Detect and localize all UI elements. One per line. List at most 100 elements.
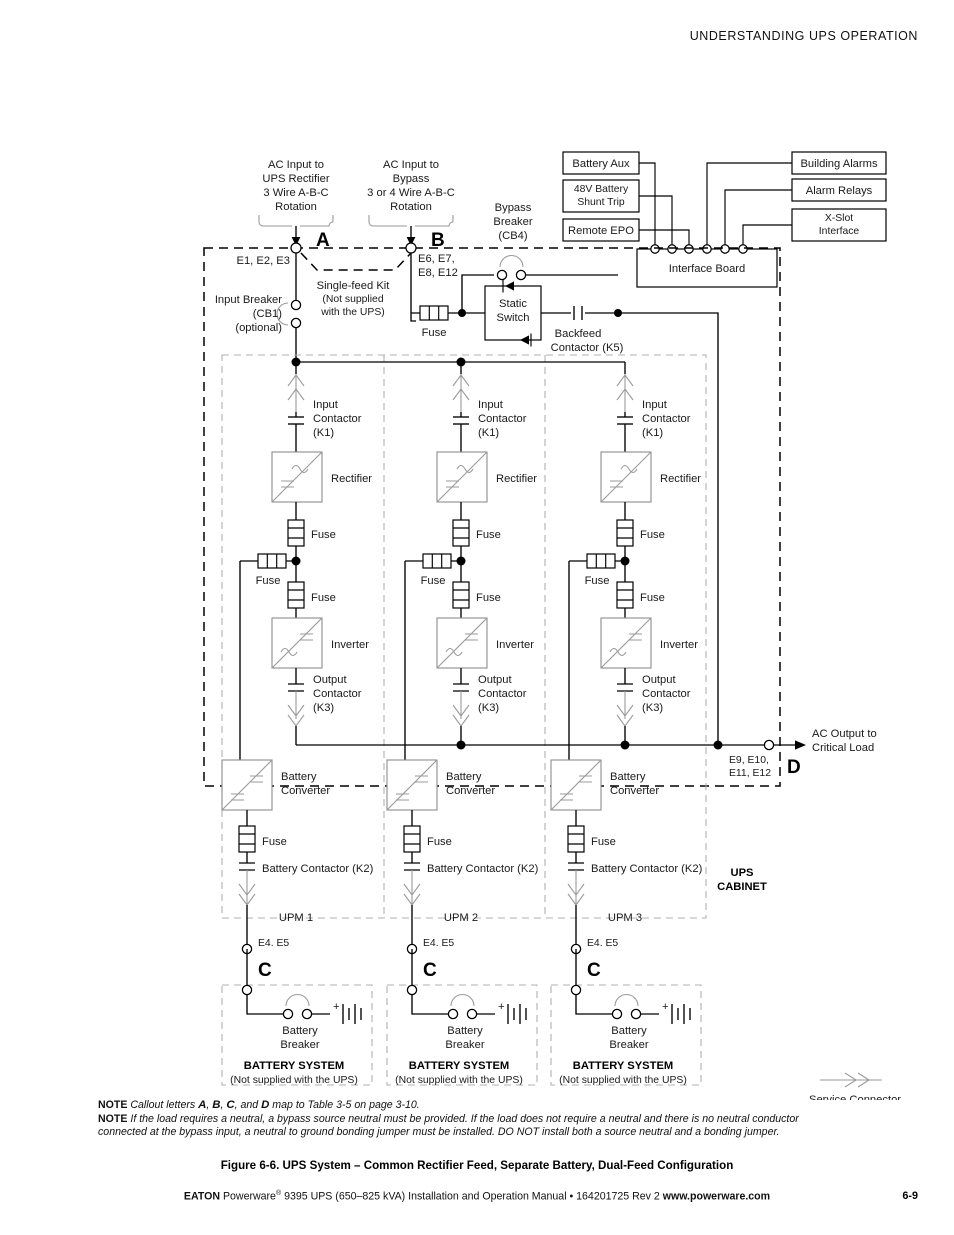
- svg-text:Fuse: Fuse: [476, 592, 501, 604]
- ups-cabinet-label: UPS CABINET: [717, 867, 767, 893]
- svg-text:(K3): (K3): [642, 702, 663, 714]
- svg-text:Battery: Battery: [447, 1025, 483, 1037]
- bypass-fuse: Fuse: [411, 305, 462, 339]
- battery-converter-2: Battery Converter: [386, 759, 495, 811]
- ac-output-label: AC Output to Critical Load: [812, 728, 877, 754]
- upm-1-label: UPM 1: [279, 912, 313, 924]
- svg-text:(CB1): (CB1): [253, 308, 282, 320]
- notes-block: NOTE Callout letters A, B, C, and D map …: [98, 1099, 838, 1140]
- svg-text:Inverter: Inverter: [496, 639, 534, 651]
- svg-text:Contactor: Contactor: [313, 688, 362, 700]
- svg-text:(K1): (K1): [478, 427, 499, 439]
- page-footer: EATON Powerware® 9395 UPS (650–825 kVA) …: [183, 1190, 771, 1203]
- battery-aux-box: Battery Aux: [562, 151, 640, 175]
- fuse-dc-top-3: Fuse: [616, 519, 665, 547]
- fuse-dc-bottom-1: Fuse: [287, 581, 336, 609]
- interface-terminal: [720, 244, 730, 254]
- svg-text:UPS: UPS: [730, 867, 754, 879]
- svg-text:AC Input to: AC Input to: [268, 159, 324, 171]
- battery-contactor-k2-label: Battery Contactor (K2): [262, 863, 374, 875]
- svg-text:BATTERY SYSTEM: BATTERY SYSTEM: [409, 1060, 510, 1072]
- svg-text:Shunt Trip: Shunt Trip: [577, 197, 625, 208]
- input-contactor-k1-label-3: Input Contactor (K1): [642, 399, 691, 439]
- svg-text:Rotation: Rotation: [275, 201, 317, 213]
- svg-text:Bypass: Bypass: [495, 202, 532, 214]
- fuse-battery-out-3: Fuse: [567, 825, 616, 853]
- svg-text:Converter: Converter: [610, 785, 659, 797]
- svg-text:Fuse: Fuse: [427, 836, 452, 848]
- terminal-b: [405, 242, 417, 254]
- svg-text:(K1): (K1): [642, 427, 663, 439]
- battery-polarity-1: +: [333, 1001, 340, 1013]
- svg-text:Switch: Switch: [497, 312, 530, 324]
- battery-contactor-k2-label-3: Battery Contactor (K2): [591, 863, 703, 875]
- svg-text:with the UPS): with the UPS): [320, 307, 385, 318]
- upm-3: Input Contactor (K1) Rectifier Fuse Fuse…: [550, 362, 703, 955]
- svg-text:3 Wire A-B-C: 3 Wire A-B-C: [263, 187, 328, 199]
- battery-breaker-left-3: [611, 1008, 623, 1020]
- note-1: NOTE Callout letters A, B, C, and D map …: [98, 1099, 420, 1111]
- svg-text:Rotation: Rotation: [390, 201, 432, 213]
- svg-text:Contactor: Contactor: [478, 413, 527, 425]
- interface-terminal: [667, 244, 677, 254]
- svg-text:BATTERY SYSTEM: BATTERY SYSTEM: [573, 1060, 674, 1072]
- svg-text:(K3): (K3): [313, 702, 334, 714]
- svg-text:Battery: Battery: [282, 1025, 318, 1037]
- figure-caption: Figure 6-6. UPS System – Common Rectifie…: [220, 1159, 734, 1172]
- interface-terminal: [738, 244, 748, 254]
- note-2: NOTE If the load requires a neutral, a b…: [98, 1112, 799, 1139]
- svg-text:Input: Input: [642, 399, 668, 411]
- cb1-terminal-bottom: [290, 317, 302, 329]
- svg-text:(Not supplied with the UPS): (Not supplied with the UPS): [230, 1075, 358, 1086]
- inverter-1: Inverter: [271, 617, 369, 669]
- svg-text:Remote EPO: Remote EPO: [568, 225, 634, 237]
- svg-text:Breaker: Breaker: [493, 216, 532, 228]
- page-number: 6-9: [902, 1190, 918, 1202]
- rectifier-1: Rectifier: [271, 451, 372, 503]
- svg-text:Output: Output: [642, 674, 676, 686]
- output-contactor-k3-label: Output Contactor (K3): [313, 674, 362, 714]
- svg-text:Fuse: Fuse: [256, 575, 281, 587]
- svg-text:Backfeed: Backfeed: [555, 328, 602, 340]
- svg-text:(K3): (K3): [478, 702, 499, 714]
- battery-polarity-3: +: [662, 1001, 669, 1013]
- svg-text:Alarm Relays: Alarm Relays: [806, 185, 873, 197]
- battery-system-3: + Battery Breaker BATTERY SYSTEM (Not su…: [550, 949, 702, 1086]
- rectifier-input-label: AC Input to UPS Rectifier 3 Wire A-B-C R…: [262, 159, 329, 213]
- cb1-terminal-top: [290, 299, 302, 311]
- battery-breaker-right-1: [301, 1008, 313, 1020]
- battery-converter-3: Battery Converter: [550, 759, 659, 811]
- output-bus-node: [620, 740, 630, 750]
- battery-system-1: + Battery Breaker BATTERY SYSTEM (Not su…: [221, 949, 373, 1086]
- interface-terminal: [684, 244, 694, 254]
- svg-text:Critical Load: Critical Load: [812, 742, 874, 754]
- battery-terminal-2: [406, 984, 418, 996]
- output-terminals-line2: E11, E12: [729, 768, 771, 779]
- interface-terminal: [650, 244, 660, 254]
- battery-breaker-right-3: [630, 1008, 642, 1020]
- upm3-battery-terminals: E4. E5: [587, 938, 618, 949]
- svg-text:UPS Rectifier: UPS Rectifier: [262, 173, 329, 185]
- ups-schematic: AC Input to UPS Rectifier 3 Wire A-B-C R…: [203, 151, 901, 1100]
- svg-text:Battery: Battery: [446, 771, 482, 783]
- battery-polarity-2: +: [498, 1001, 505, 1013]
- terminals-e1e2e3: E1, E2, E3: [237, 255, 291, 267]
- svg-text:Fuse: Fuse: [262, 836, 287, 848]
- output-contactor-k3-label-2: Output Contactor (K3): [478, 674, 527, 714]
- upm-1: Input Contactor (K1) Rectifier Fuse Fuse…: [221, 362, 374, 955]
- output-terminals-line1: E9, E10,: [729, 755, 769, 766]
- fuse-battery-out-2: Fuse: [403, 825, 452, 853]
- terminals-e6e7: E6, E7,: [418, 253, 455, 265]
- callout-c-1: C: [258, 960, 272, 981]
- rectifier-3: Rectifier: [600, 451, 701, 503]
- svg-text:Fuse: Fuse: [640, 592, 665, 604]
- static-switch: Static Switch: [462, 279, 542, 347]
- output-bus-node: [456, 740, 466, 750]
- svg-text:Input Breaker: Input Breaker: [215, 294, 282, 306]
- battery-converter-1: Battery Converter: [221, 759, 330, 811]
- svg-text:Output: Output: [313, 674, 347, 686]
- svg-text:Battery: Battery: [610, 771, 646, 783]
- battery-contactor-k2-label-2: Battery Contactor (K2): [427, 863, 539, 875]
- svg-text:3 or 4 Wire A-B-C: 3 or 4 Wire A-B-C: [367, 187, 455, 199]
- fuse-dc-top-2: Fuse: [452, 519, 501, 547]
